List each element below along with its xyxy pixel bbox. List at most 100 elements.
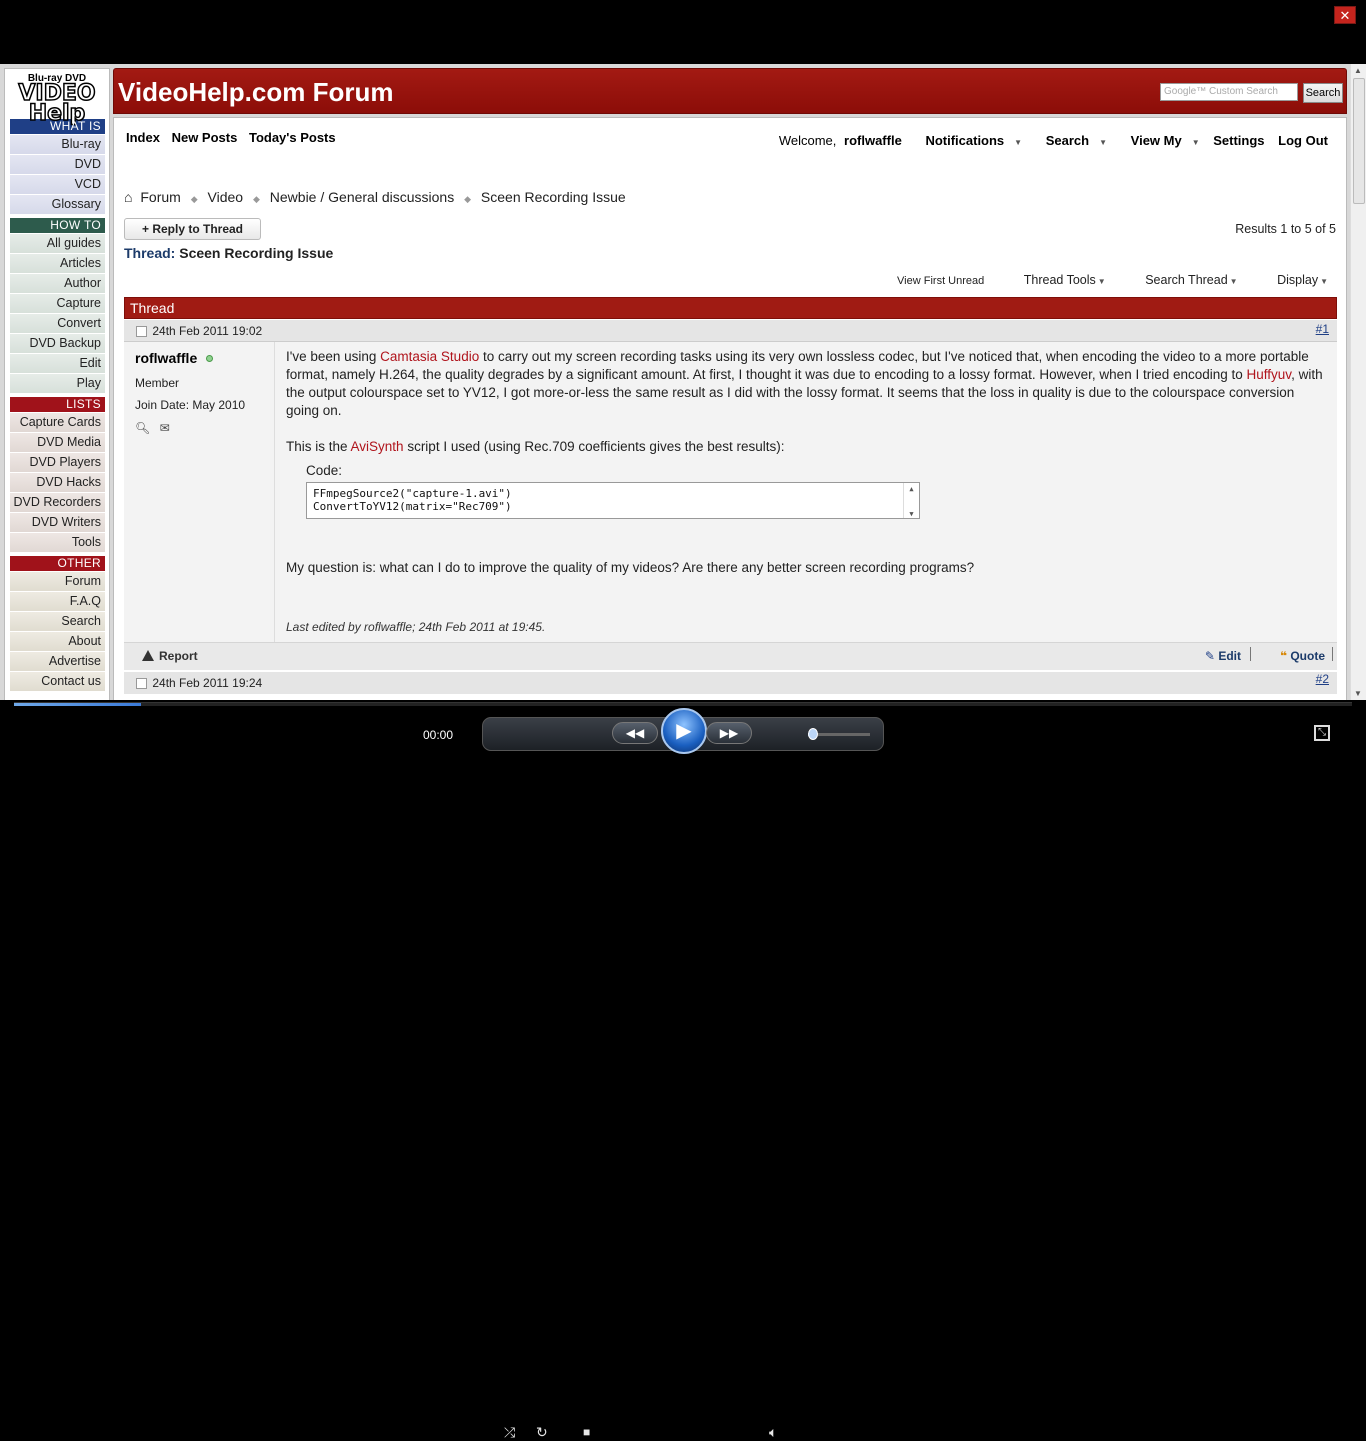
post-author-link[interactable]: roflwaffle	[135, 350, 197, 366]
code-scrollbar[interactable]: ▲ ▼	[903, 483, 919, 518]
site-sidebar: Blu-ray DVD VIDEO Help WHAT IS Blu-ray D…	[4, 68, 110, 700]
results-count: Results 1 to 5 of 5	[1235, 222, 1336, 236]
scrollbar-thumb[interactable]	[1353, 78, 1365, 204]
close-button[interactable]: ✕	[1334, 6, 1356, 24]
nav-item-all-guides[interactable]: All guides	[10, 234, 105, 253]
post-number-link[interactable]: #1	[1316, 318, 1329, 340]
breadcrumb-video[interactable]: Video	[208, 189, 244, 205]
nav-item-dvd-hacks[interactable]: DVD Hacks	[10, 473, 105, 492]
huffyuv-link[interactable]: Huffyuv	[1247, 367, 1292, 382]
post-question: My question is: what can I do to improve…	[286, 560, 975, 575]
nav-item-bluray[interactable]: Blu-ray	[10, 135, 105, 154]
edit-button[interactable]: ✎ Edit	[1205, 649, 1241, 663]
stop-icon[interactable]: ■	[583, 1425, 590, 1439]
nav-item-capture-cards[interactable]: Capture Cards	[10, 413, 105, 432]
chevron-down-icon: ▼	[1191, 138, 1200, 147]
search-menu-label: Search	[1045, 133, 1090, 148]
nav-item-advertise[interactable]: Advertise	[10, 652, 105, 671]
display-label: Display	[1277, 273, 1319, 287]
post-checkbox[interactable]	[136, 326, 147, 337]
nav-item-contact-us[interactable]: Contact us	[10, 672, 105, 691]
breadcrumb-newbie[interactable]: Newbie / General discussions	[270, 189, 454, 205]
nav-item-dvd-players[interactable]: DVD Players	[10, 453, 105, 472]
scroll-up-icon[interactable]: ▲	[904, 483, 919, 496]
footer-divider	[1250, 647, 1251, 661]
thread-tools-menu[interactable]: Thread Tools ▼	[1006, 273, 1106, 287]
nav-item-edit[interactable]: Edit	[10, 354, 105, 373]
fullscreen-icon[interactable]: ⤡	[1314, 725, 1330, 741]
play-button[interactable]: ▶	[661, 708, 707, 754]
seek-progress	[14, 703, 141, 706]
post-number-link[interactable]: #2	[1316, 668, 1329, 690]
nav-item-faq[interactable]: F.A.Q	[10, 592, 105, 611]
home-icon[interactable]: ⌂	[124, 189, 132, 205]
nav-item-author[interactable]: Author	[10, 274, 105, 293]
scroll-down-icon[interactable]: ▼	[1354, 689, 1364, 698]
reply-to-thread-button[interactable]: + Reply to Thread	[124, 218, 261, 240]
google-search-button[interactable]: Search	[1303, 83, 1343, 103]
nav-item-play[interactable]: Play	[10, 374, 105, 393]
media-player-bar: 00:00 ⤮ ↻ ■ ◀◀ ▶ ▶▶ 🔈︎ ⤡	[0, 700, 1366, 1440]
nav-item-tools[interactable]: Tools	[10, 533, 105, 552]
code-block[interactable]: FFmpegSource2("capture-1.avi") ConvertTo…	[306, 482, 920, 519]
logout-link[interactable]: Log Out	[1278, 133, 1328, 148]
search-menu[interactable]: Search ▼	[1036, 133, 1107, 148]
nav-item-dvd-recorders[interactable]: DVD Recorders	[10, 493, 105, 512]
index-link[interactable]: Index	[126, 130, 160, 145]
nav-item-glossary[interactable]: Glossary	[10, 195, 105, 214]
nav-item-dvd-media[interactable]: DVD Media	[10, 433, 105, 452]
chevron-down-icon: ▼	[1014, 138, 1023, 147]
rewind-button[interactable]: ◀◀	[612, 722, 658, 744]
username-link[interactable]: roflwaffle	[844, 133, 902, 148]
thread-label: Thread:	[124, 245, 176, 261]
search-thread-menu[interactable]: Search Thread ▼	[1127, 273, 1237, 287]
view-my-menu[interactable]: View My ▼	[1121, 133, 1200, 148]
display-menu[interactable]: Display ▼	[1259, 273, 1328, 287]
footer-divider	[1332, 647, 1333, 661]
site-logo[interactable]: Blu-ray DVD VIDEO Help	[5, 69, 109, 125]
post-date: 24th Feb 2011 19:24	[152, 676, 263, 690]
nav-item-search[interactable]: Search	[10, 612, 105, 631]
post-text: script I used (using Rec.709 coefficient…	[403, 439, 785, 454]
speaker-icon[interactable]: 🔈︎	[769, 1424, 777, 1441]
nav-item-dvd-backup[interactable]: DVD Backup	[10, 334, 105, 353]
settings-link[interactable]: Settings	[1213, 133, 1264, 148]
nav-item-dvd[interactable]: DVD	[10, 155, 105, 174]
google-search-input[interactable]: Google™ Custom Search	[1160, 83, 1298, 101]
top-bar: ✕	[0, 0, 1366, 64]
nav-item-forum[interactable]: Forum	[10, 572, 105, 591]
top-nav-links: Index New Posts Today's Posts	[126, 130, 344, 145]
scroll-up-icon[interactable]: ▲	[1354, 66, 1364, 75]
notifications-label: Notifications	[925, 133, 1005, 148]
view-first-unread-link[interactable]: View First Unread	[897, 275, 984, 287]
envelope-icon[interactable]: ✉	[160, 421, 170, 435]
new-posts-link[interactable]: New Posts	[172, 130, 238, 145]
forum-title[interactable]: VideoHelp.com Forum	[118, 77, 393, 108]
seek-bar[interactable]	[14, 702, 1352, 706]
page-scrollbar[interactable]: ▲ ▼	[1350, 64, 1366, 700]
notifications-menu[interactable]: Notifications ▼	[915, 133, 1022, 148]
magnifier-icon[interactable]: 🔍︎	[135, 421, 150, 435]
nav-section-what-is: WHAT IS	[10, 119, 105, 134]
nav-item-articles[interactable]: Articles	[10, 254, 105, 273]
breadcrumb-separator-icon: ◆	[464, 194, 472, 204]
chevron-down-icon: ▼	[1320, 277, 1328, 286]
shuffle-icon[interactable]: ⤮	[504, 1424, 515, 1441]
volume-knob[interactable]	[808, 728, 818, 740]
avisynth-link[interactable]: AviSynth	[351, 439, 404, 454]
scroll-down-icon[interactable]: ▼	[904, 508, 919, 521]
camtasia-link[interactable]: Camtasia Studio	[380, 349, 479, 364]
breadcrumb-forum[interactable]: Forum	[140, 189, 180, 205]
quote-button[interactable]: ❝ Quote	[1280, 649, 1325, 663]
post-checkbox[interactable]	[136, 678, 147, 689]
nav-item-about[interactable]: About	[10, 632, 105, 651]
nav-item-vcd[interactable]: VCD	[10, 175, 105, 194]
nav-item-dvd-writers[interactable]: DVD Writers	[10, 513, 105, 532]
fast-forward-button[interactable]: ▶▶	[706, 722, 752, 744]
nav-item-capture[interactable]: Capture	[10, 294, 105, 313]
nav-item-convert[interactable]: Convert	[10, 314, 105, 333]
todays-posts-link[interactable]: Today's Posts	[249, 130, 336, 145]
report-button[interactable]: Report	[142, 649, 198, 663]
repeat-icon[interactable]: ↻	[536, 1424, 548, 1441]
breadcrumb-separator-icon: ◆	[252, 194, 260, 204]
